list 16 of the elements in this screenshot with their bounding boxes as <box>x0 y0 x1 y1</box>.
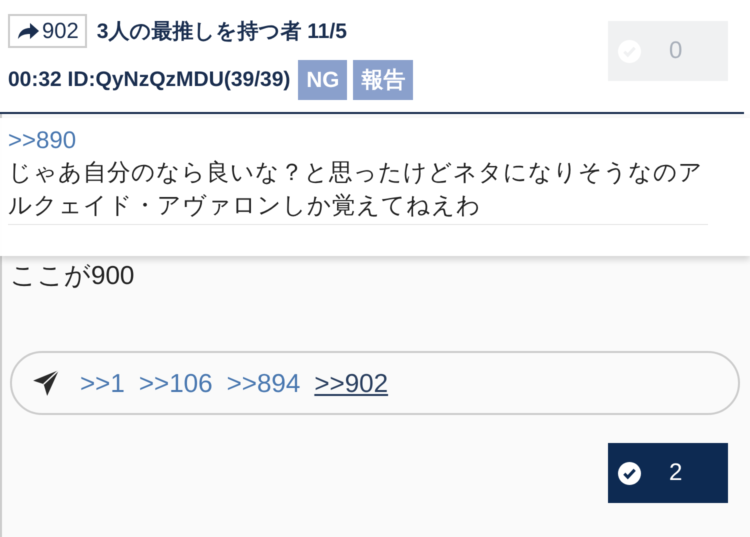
reply-link[interactable]: >>106 <box>138 368 213 398</box>
reply-anchor-link[interactable]: >>890 <box>8 126 742 156</box>
tag-button[interactable]: 報告 <box>353 60 414 100</box>
post-number-link[interactable]: 902 <box>8 14 87 48</box>
reply-link[interactable]: >>1 <box>80 368 125 398</box>
post-meta: 00:32 ID:QyNzQzMDU(39/39) <box>8 68 290 92</box>
reply-link[interactable]: >>902 <box>314 368 388 398</box>
check-icon <box>618 462 641 484</box>
quoted-post-text: じゃあ自分のなら良いな？と思ったけどネタになりそうなのアルクェイド・アヴァロンしか覚えてねえわ <box>8 156 708 225</box>
arrow-icon <box>16 21 40 41</box>
post-body: ここが900 <box>10 259 136 292</box>
tag-button[interactable]: NG <box>298 60 348 100</box>
paper-plane-icon <box>32 369 60 397</box>
reply-link[interactable]: >>894 <box>226 368 300 398</box>
poster-name: 3人の最推しを持つ者 11/5 <box>96 19 347 45</box>
like-button[interactable]: 2 <box>608 443 728 503</box>
